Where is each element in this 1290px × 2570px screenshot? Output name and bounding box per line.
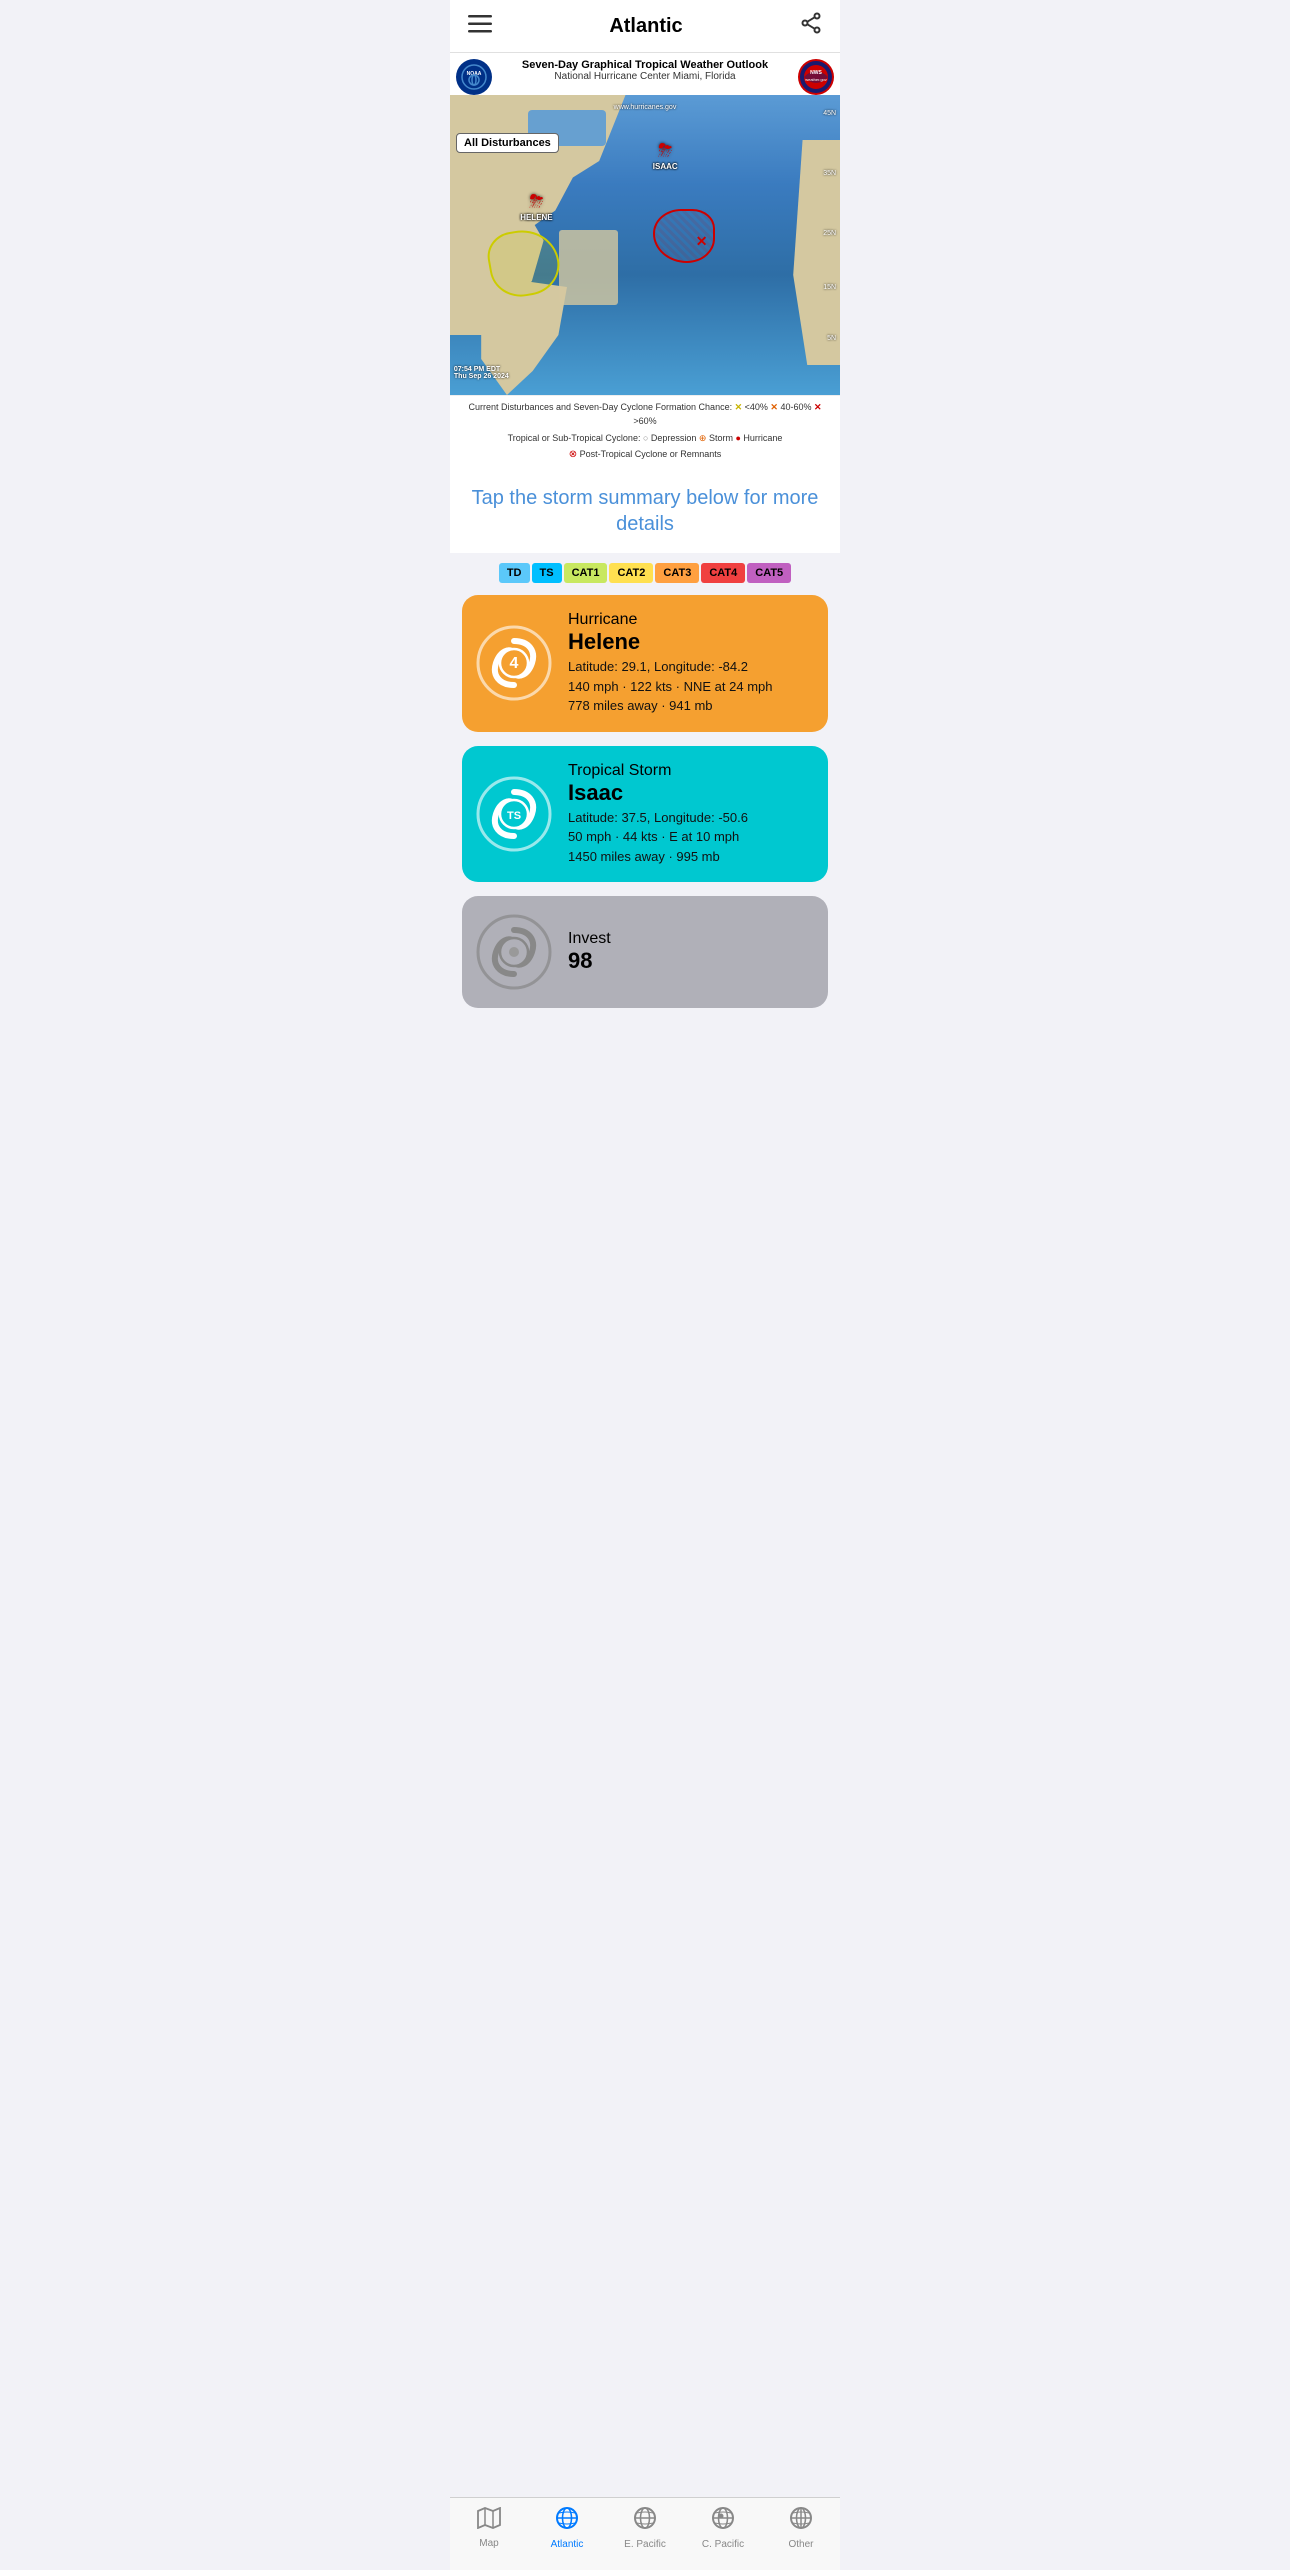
lat-5n: 5N — [827, 335, 836, 342]
map-title: Seven-Day Graphical Tropical Weather Out… — [496, 59, 794, 71]
svg-text:4: 4 — [510, 655, 519, 672]
cpacific-nav-icon — [711, 2506, 735, 2536]
nav-atlantic-label: Atlantic — [551, 2539, 584, 2550]
helene-card-icon: 4 — [474, 623, 554, 703]
helene-card-info: Hurricane Helene Latitude: 29.1, Longitu… — [568, 611, 812, 716]
isaac-type: Tropical Storm — [568, 762, 812, 780]
cat-td: TD — [499, 563, 530, 583]
helene-icon: ⛈ — [529, 191, 543, 212]
helene-type: Hurricane — [568, 611, 812, 629]
isaac-card-icon: TS — [474, 774, 554, 854]
all-disturbances-badge[interactable]: All Disturbances — [456, 133, 559, 153]
isaac-map-marker[interactable]: ⛈ ISAAC — [653, 140, 678, 171]
svg-text:weather.gov: weather.gov — [805, 77, 827, 82]
map-header-text: Seven-Day Graphical Tropical Weather Out… — [492, 59, 798, 82]
nws-logo: NWS weather.gov — [798, 59, 834, 95]
svg-text:NOAA: NOAA — [467, 71, 482, 77]
helene-details: Latitude: 29.1, Longitude: -84.2 140 mph… — [568, 657, 812, 716]
invest98-card-icon — [474, 912, 554, 992]
invest98-name: 98 — [568, 948, 812, 974]
isaac-icon: ⛈ — [658, 140, 672, 161]
share-icon[interactable] — [800, 12, 822, 40]
lat-25n: 25N — [823, 230, 836, 237]
cat-3: CAT3 — [655, 563, 699, 583]
map-legend: Current Disturbances and Seven-Day Cyclo… — [450, 395, 840, 467]
noaa-logo: NOAA — [456, 59, 492, 95]
website-label: www.hurricanes.gov — [614, 104, 677, 111]
land-caribbean — [559, 230, 618, 305]
app-header: Atlantic — [450, 0, 840, 53]
nav-cpacific[interactable]: C. Pacific — [693, 2506, 753, 2550]
nav-other[interactable]: Other — [771, 2506, 831, 2550]
nav-epacific[interactable]: E. Pacific — [615, 2506, 675, 2550]
helene-map-label: HELENE — [520, 213, 552, 222]
tap-instruction: Tap the storm summary below for more det… — [450, 467, 840, 553]
epacific-nav-icon — [633, 2506, 657, 2536]
invest-red-x: ✕ — [696, 233, 708, 250]
helene-map-marker[interactable]: ⛈ HELENE — [520, 191, 552, 222]
lat-15n: 15N — [823, 284, 836, 291]
cat-4: CAT4 — [701, 563, 745, 583]
atlantic-nav-icon — [555, 2506, 579, 2536]
bottom-nav: Map Atlantic E. Pacific — [450, 2497, 840, 2570]
isaac-card[interactable]: TS Tropical Storm Isaac Latitude: 37.5, … — [462, 746, 828, 883]
nav-map[interactable]: Map — [459, 2507, 519, 2549]
cat-1: CAT1 — [564, 563, 608, 583]
category-scale: TD TS CAT1 CAT2 CAT3 CAT4 CAT5 — [450, 553, 840, 595]
isaac-map-label: ISAAC — [653, 162, 678, 171]
invest98-type: Invest — [568, 930, 812, 948]
nav-atlantic[interactable]: Atlantic — [537, 2506, 597, 2550]
map-timestamp: 07:54 PM EDTThu Sep 26 2024 — [454, 366, 509, 380]
page-title: Atlantic — [609, 15, 682, 38]
lat-45n: 45N — [823, 110, 836, 117]
svg-text:NWS: NWS — [810, 70, 822, 76]
cat-5: CAT5 — [747, 563, 791, 583]
invest98-card-info: Invest 98 — [568, 930, 812, 974]
menu-icon[interactable] — [468, 13, 492, 39]
map-nav-icon — [477, 2507, 501, 2535]
isaac-card-info: Tropical Storm Isaac Latitude: 37.5, Lon… — [568, 762, 812, 867]
svg-text:TS: TS — [507, 810, 521, 822]
nav-epacific-label: E. Pacific — [624, 2539, 666, 2550]
lat-35n: 35N — [823, 170, 836, 177]
other-nav-icon — [789, 2506, 813, 2536]
nav-other-label: Other — [788, 2539, 813, 2550]
map-subtitle: National Hurricane Center Miami, Florida — [496, 71, 794, 82]
isaac-details: Latitude: 37.5, Longitude: -50.6 50 mph … — [568, 808, 812, 867]
helene-name: Helene — [568, 629, 812, 655]
helene-card[interactable]: 4 Hurricane Helene Latitude: 29.1, Longi… — [462, 595, 828, 732]
isaac-name: Isaac — [568, 780, 812, 806]
cat-2: CAT2 — [609, 563, 653, 583]
invest98-card[interactable]: Invest 98 — [462, 896, 828, 1008]
tropical-map[interactable]: ✕ ⛈ HELENE ⛈ ISAAC 45N 35N 25N 15N 5N ww… — [450, 95, 840, 395]
nav-cpacific-label: C. Pacific — [702, 2539, 744, 2550]
map-container: NOAA Seven-Day Graphical Tropical Weathe… — [450, 53, 840, 467]
cat-ts: TS — [532, 563, 562, 583]
main-content: NOAA Seven-Day Graphical Tropical Weathe… — [450, 53, 840, 1112]
nav-map-label: Map — [479, 2538, 498, 2549]
